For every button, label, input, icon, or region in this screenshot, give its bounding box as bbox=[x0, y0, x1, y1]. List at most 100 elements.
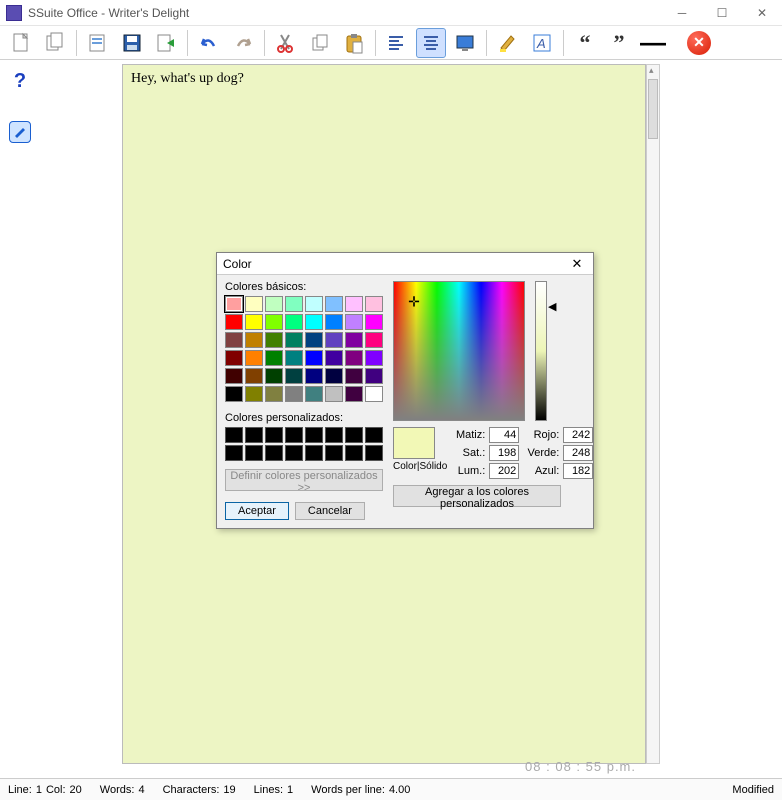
custom-color-swatch[interactable] bbox=[265, 427, 283, 443]
luminance-slider[interactable]: ◀ bbox=[535, 281, 547, 421]
custom-color-swatch[interactable] bbox=[345, 445, 363, 461]
basic-color-swatch[interactable] bbox=[325, 386, 343, 402]
basic-color-swatch[interactable] bbox=[245, 368, 263, 384]
hue-sat-field[interactable]: ✛ bbox=[393, 281, 525, 421]
close-window-button[interactable]: ✕ bbox=[742, 0, 782, 26]
red-input[interactable] bbox=[563, 427, 593, 443]
custom-color-swatch[interactable] bbox=[225, 427, 243, 443]
new-doc-icon[interactable] bbox=[6, 28, 36, 58]
paste-icon[interactable] bbox=[339, 28, 369, 58]
ok-button[interactable]: Aceptar bbox=[225, 502, 289, 520]
quote-open-icon[interactable]: “ bbox=[570, 28, 600, 58]
copy-icon[interactable] bbox=[305, 28, 335, 58]
basic-color-swatch[interactable] bbox=[325, 332, 343, 348]
basic-color-swatch[interactable] bbox=[225, 350, 243, 366]
basic-color-swatch[interactable] bbox=[325, 296, 343, 312]
basic-color-swatch[interactable] bbox=[345, 332, 363, 348]
basic-color-swatch[interactable] bbox=[285, 332, 303, 348]
vertical-scrollbar[interactable] bbox=[646, 64, 660, 764]
basic-color-swatch[interactable] bbox=[325, 368, 343, 384]
redo-icon[interactable] bbox=[228, 28, 258, 58]
basic-color-swatch[interactable] bbox=[305, 332, 323, 348]
custom-color-swatch[interactable] bbox=[305, 427, 323, 443]
custom-color-swatch[interactable] bbox=[365, 427, 383, 443]
basic-color-swatch[interactable] bbox=[285, 350, 303, 366]
basic-color-swatch[interactable] bbox=[305, 368, 323, 384]
basic-color-swatch[interactable] bbox=[365, 296, 383, 312]
basic-color-swatch[interactable] bbox=[265, 386, 283, 402]
screen-icon[interactable] bbox=[450, 28, 480, 58]
custom-color-swatch[interactable] bbox=[245, 445, 263, 461]
blue-input[interactable] bbox=[563, 463, 593, 479]
edit-note-icon[interactable] bbox=[9, 121, 31, 143]
basic-color-swatch[interactable] bbox=[305, 314, 323, 330]
define-custom-button[interactable]: Definir colores personalizados >> bbox=[225, 469, 383, 491]
basic-color-swatch[interactable] bbox=[345, 296, 363, 312]
basic-color-swatch[interactable] bbox=[265, 314, 283, 330]
dash-icon[interactable]: — bbox=[638, 28, 668, 58]
basic-color-swatch[interactable] bbox=[365, 314, 383, 330]
basic-color-swatch[interactable] bbox=[245, 350, 263, 366]
basic-color-swatch[interactable] bbox=[365, 332, 383, 348]
custom-color-swatch[interactable] bbox=[325, 427, 343, 443]
basic-color-swatch[interactable] bbox=[225, 368, 243, 384]
help-icon[interactable]: ? bbox=[0, 70, 40, 93]
lum-input[interactable] bbox=[489, 463, 519, 479]
font-style-icon[interactable]: A bbox=[527, 28, 557, 58]
basic-color-swatch[interactable] bbox=[365, 350, 383, 366]
custom-color-swatch[interactable] bbox=[305, 445, 323, 461]
basic-color-swatch[interactable] bbox=[365, 386, 383, 402]
basic-color-swatch[interactable] bbox=[285, 368, 303, 384]
basic-color-swatch[interactable] bbox=[345, 314, 363, 330]
align-center-icon[interactable] bbox=[416, 28, 446, 58]
green-input[interactable] bbox=[563, 445, 593, 461]
undo-icon[interactable] bbox=[194, 28, 224, 58]
basic-color-swatch[interactable] bbox=[325, 314, 343, 330]
cut-icon[interactable] bbox=[271, 28, 301, 58]
basic-color-swatch[interactable] bbox=[245, 332, 263, 348]
basic-color-swatch[interactable] bbox=[285, 386, 303, 402]
open-doc-icon[interactable] bbox=[83, 28, 113, 58]
luminance-arrow[interactable]: ◀ bbox=[548, 300, 556, 313]
document-text[interactable]: Hey, what's up dog? bbox=[123, 65, 645, 93]
copy-doc-icon[interactable] bbox=[40, 28, 70, 58]
custom-color-swatch[interactable] bbox=[245, 427, 263, 443]
custom-color-swatch[interactable] bbox=[345, 427, 363, 443]
highlight-icon[interactable] bbox=[493, 28, 523, 58]
custom-color-swatch[interactable] bbox=[265, 445, 283, 461]
basic-color-swatch[interactable] bbox=[265, 350, 283, 366]
custom-color-swatch[interactable] bbox=[285, 445, 303, 461]
custom-color-swatch[interactable] bbox=[285, 427, 303, 443]
basic-color-swatch[interactable] bbox=[345, 368, 363, 384]
custom-color-swatch[interactable] bbox=[325, 445, 343, 461]
maximize-button[interactable]: ☐ bbox=[702, 0, 742, 26]
basic-color-swatch[interactable] bbox=[225, 332, 243, 348]
hue-input[interactable] bbox=[489, 427, 519, 443]
basic-color-swatch[interactable] bbox=[285, 296, 303, 312]
custom-color-swatch[interactable] bbox=[365, 445, 383, 461]
basic-color-swatch[interactable] bbox=[245, 386, 263, 402]
cancel-button[interactable]: Cancelar bbox=[295, 502, 365, 520]
basic-color-swatch[interactable] bbox=[285, 314, 303, 330]
basic-color-swatch[interactable] bbox=[225, 296, 243, 312]
add-custom-color-button[interactable]: Agregar a los colores personalizados bbox=[393, 485, 561, 507]
quote-close-icon[interactable]: ” bbox=[604, 28, 634, 58]
basic-color-swatch[interactable] bbox=[225, 386, 243, 402]
sat-input[interactable] bbox=[489, 445, 519, 461]
basic-color-swatch[interactable] bbox=[265, 332, 283, 348]
basic-color-swatch[interactable] bbox=[245, 296, 263, 312]
close-app-icon[interactable]: ✕ bbox=[684, 28, 714, 58]
basic-color-swatch[interactable] bbox=[305, 386, 323, 402]
hue-sat-cursor[interactable]: ✛ bbox=[408, 294, 420, 311]
basic-color-swatch[interactable] bbox=[305, 296, 323, 312]
basic-color-swatch[interactable] bbox=[345, 386, 363, 402]
basic-color-swatch[interactable] bbox=[265, 296, 283, 312]
basic-color-swatch[interactable] bbox=[345, 350, 363, 366]
basic-color-swatch[interactable] bbox=[305, 350, 323, 366]
basic-color-swatch[interactable] bbox=[245, 314, 263, 330]
save-doc-icon[interactable] bbox=[117, 28, 147, 58]
export-doc-icon[interactable] bbox=[151, 28, 181, 58]
dialog-close-button[interactable]: ✕ bbox=[567, 255, 587, 273]
basic-color-swatch[interactable] bbox=[265, 368, 283, 384]
align-left-icon[interactable] bbox=[382, 28, 412, 58]
